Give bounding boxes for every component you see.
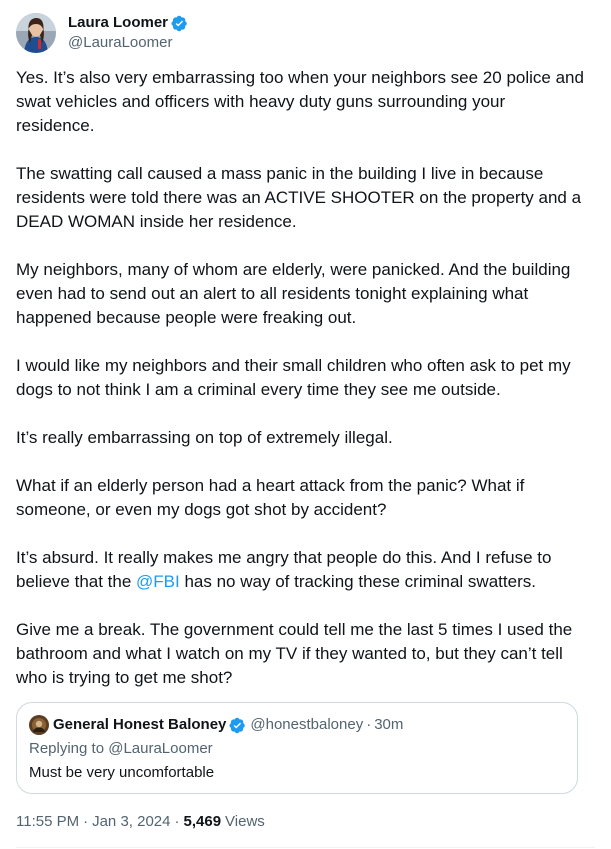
views-count: 5,469	[183, 813, 222, 830]
author-name-block: Laura Loomer @LauraLoomer	[68, 13, 188, 53]
bottom-divider	[16, 847, 595, 848]
fbi-mention-link[interactable]: @FBI	[136, 572, 180, 591]
tweet-paragraph: Give me a break. The government could te…	[16, 620, 573, 687]
author-handle[interactable]: @LauraLoomer	[68, 33, 188, 53]
verified-badge-icon	[171, 15, 188, 32]
tweet-time-link[interactable]: 11:55 PM	[16, 812, 79, 832]
quoted-separator: ·	[366, 716, 372, 733]
tweet-paragraph-with-mention: It’s absurd. It really makes me angry th…	[16, 546, 586, 594]
tweet-paragraph: The swatting call caused a mass panic in…	[16, 164, 582, 231]
tweet-meta: 11:55 PM · Jan 3, 2024 · 5,469 Views	[16, 812, 265, 832]
quoted-author-handle: @honestbaloney	[250, 716, 364, 733]
tweet-paragraph: It’s really embarrassing on top of extre…	[16, 428, 393, 447]
meta-separator: ·	[83, 813, 89, 830]
meta-separator: ·	[174, 813, 180, 830]
author-display-name[interactable]: Laura Loomer	[68, 13, 168, 33]
author-avatar[interactable]	[16, 13, 56, 53]
quoted-tweet-text: Must be very uncomfortable	[29, 764, 215, 781]
author-name-row: Laura Loomer	[68, 13, 188, 33]
tweet-date-link[interactable]: Jan 3, 2024	[92, 812, 170, 832]
quoted-author-name: General Honest Baloney	[53, 716, 227, 733]
tweet-paragraph: I would like my neighbors and their smal…	[16, 356, 571, 399]
quoted-reply-context: Replying to @LauraLoomer	[29, 740, 213, 757]
tweet-paragraph: What if an elderly person had a heart at…	[16, 476, 525, 519]
verified-badge-icon	[229, 717, 246, 734]
tweet-paragraph: My neighbors, many of whom are elderly, …	[16, 260, 571, 327]
quoted-tweet-header: General Honest Baloney @honestbaloney · …	[29, 715, 403, 735]
quoted-author-avatar	[29, 715, 49, 735]
paragraph-text-after-mention: has no way of tracking these criminal sw…	[179, 572, 536, 591]
quoted-tweet-card[interactable]: General Honest Baloney @honestbaloney · …	[16, 702, 578, 794]
quoted-profile-photo-icon	[29, 715, 49, 735]
tweet-header: Laura Loomer @LauraLoomer	[16, 12, 188, 54]
views-label: Views	[225, 813, 265, 830]
profile-photo-icon	[16, 13, 56, 53]
tweet-text: Yes. It’s also very embarrassing too whe…	[16, 66, 586, 690]
quoted-timestamp: 30m	[374, 716, 404, 733]
tweet-paragraph: Yes. It’s also very embarrassing too whe…	[16, 68, 584, 135]
tweet-card: Laura Loomer @LauraLoomer Yes. It’s also…	[0, 0, 611, 849]
